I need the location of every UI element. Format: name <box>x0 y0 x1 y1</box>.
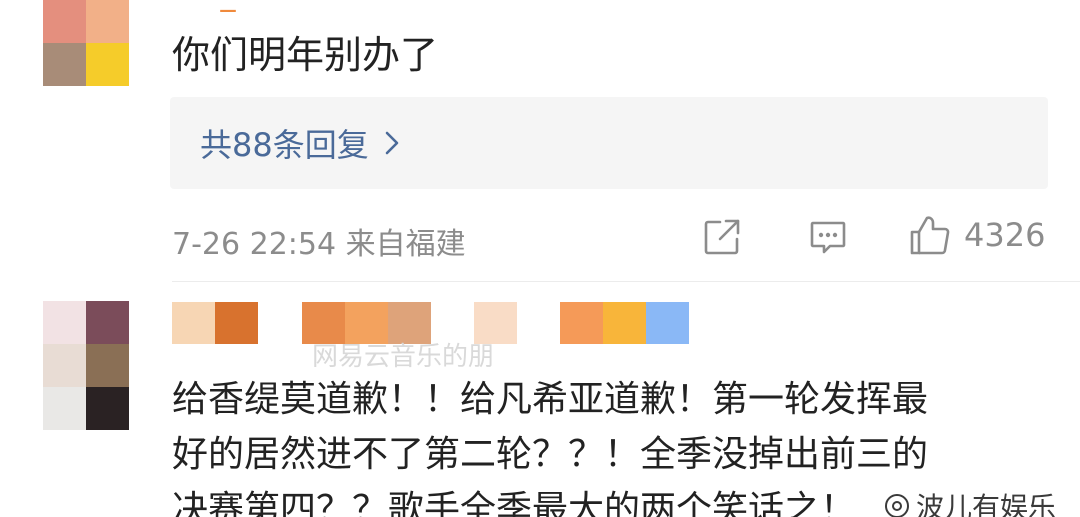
comment-divider <box>172 281 1080 282</box>
avatar-tile <box>43 387 86 430</box>
mosaic-block <box>603 302 646 344</box>
avatar-tile <box>86 301 129 344</box>
thumbs-up-icon <box>910 216 950 255</box>
replies-count-label: 共88条回复 <box>200 126 369 164</box>
like-button[interactable]: 4326 <box>908 213 1045 257</box>
avatar[interactable] <box>43 301 129 430</box>
avatar-tile <box>86 0 129 43</box>
avatar[interactable] <box>43 0 129 86</box>
mosaic-block <box>560 302 603 344</box>
share-icon[interactable] <box>702 217 742 257</box>
comment-icon[interactable] <box>808 217 848 257</box>
comment-line: 好的居然进不了第二轮？？！全季没掉出前三的 <box>172 434 929 475</box>
username-ghost-text: 网易云音乐的朋 <box>312 342 495 372</box>
comment-line: 给香缇莫道歉！！给凡希亚道歉！第一轮发挥最 <box>172 379 929 420</box>
weibo-at-icon <box>884 494 909 517</box>
comment-username[interactable]: ᴹᴬᴹ_ <box>172 0 237 13</box>
like-count: 4326 <box>964 216 1046 254</box>
avatar-tile <box>43 0 86 43</box>
mosaic-block <box>172 302 215 344</box>
comment-line: 决赛第四？？歌手全季最大的两个笑话之！ <box>172 489 857 517</box>
comment-text: 你们明年别办了 <box>172 33 439 77</box>
avatar-tile <box>43 344 86 387</box>
avatar-tile <box>86 43 129 86</box>
chevron-right-icon <box>385 131 399 155</box>
watermark-text: 波儿有娱乐 <box>915 491 1056 517</box>
mosaic-block <box>215 302 258 344</box>
comment-text: 给香缇莫道歉！！给凡希亚道歉！第一轮发挥最 好的居然进不了第二轮？？！全季没掉出… <box>172 372 928 517</box>
watermark: 波儿有娱乐 <box>884 486 1056 517</box>
comment-meta-row: 7-26 22:54 来自福建 4326 <box>172 213 1048 262</box>
avatar-tile <box>86 387 129 430</box>
replies-link[interactable]: 共88条回复 <box>200 120 401 166</box>
replies-expand-button[interactable]: 共88条回复 <box>170 97 1048 189</box>
avatar-tile <box>86 344 129 387</box>
avatar-tile <box>43 43 86 86</box>
weibo-comments-screen: ᴹᴬᴹ_ 你们明年别办了 共88条回复 7-26 22:54 来自福建 <box>0 0 1080 517</box>
avatar-tile <box>43 301 86 344</box>
mosaic-block <box>646 302 689 344</box>
comment-timestamp: 7-26 22:54 来自福建 <box>172 227 466 262</box>
